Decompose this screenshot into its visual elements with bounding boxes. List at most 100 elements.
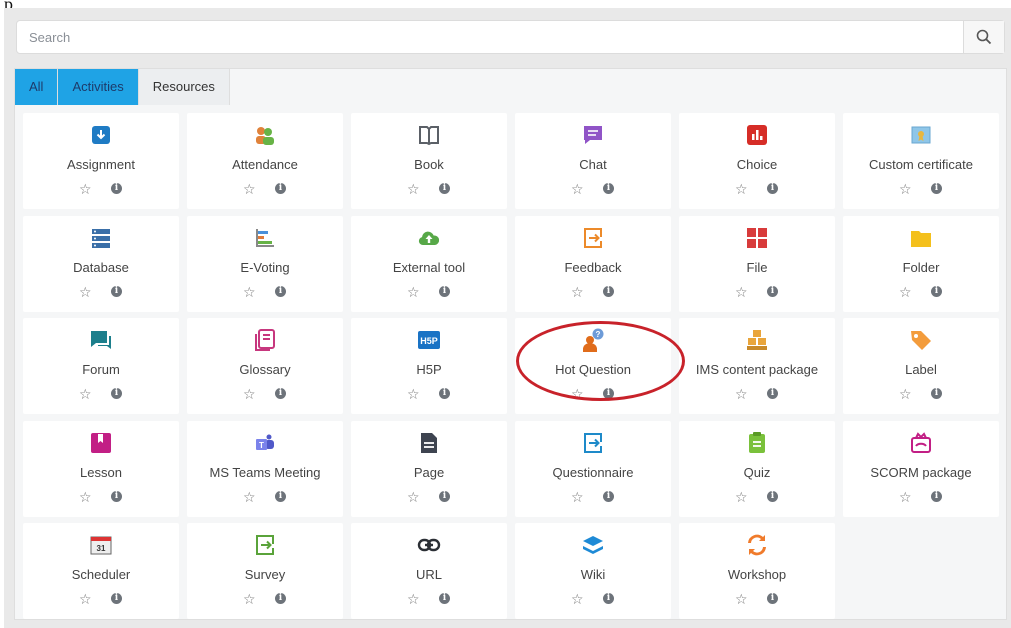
module-tile-survey[interactable]: Survey ☆ i: [187, 523, 343, 619]
star-icon[interactable]: ☆: [79, 591, 92, 608]
module-tile-label[interactable]: Label ☆ i: [843, 318, 999, 414]
module-tile-database[interactable]: Database ☆ i: [23, 215, 179, 312]
star-icon[interactable]: ☆: [243, 591, 256, 608]
info-icon[interactable]: i: [603, 183, 614, 194]
star-icon[interactable]: ☆: [79, 489, 92, 506]
module-tile-glossary[interactable]: Glossary ☆ i: [187, 318, 343, 414]
module-tile-ms-teams-meeting[interactable]: T MS Teams Meeting ☆ i: [187, 420, 343, 517]
info-icon[interactable]: i: [767, 388, 778, 399]
module-tile-chat[interactable]: Chat ☆ i: [515, 113, 671, 209]
info-icon[interactable]: i: [275, 388, 286, 399]
star-icon[interactable]: ☆: [79, 386, 92, 403]
star-icon[interactable]: ☆: [899, 181, 912, 198]
info-icon[interactable]: i: [111, 593, 122, 604]
book-icon: [417, 123, 441, 147]
info-icon[interactable]: i: [439, 490, 450, 502]
module-tile-forum[interactable]: Forum ☆ i: [23, 318, 179, 414]
star-icon[interactable]: ☆: [899, 284, 912, 301]
module-tile-file[interactable]: File ☆ i: [679, 215, 835, 312]
star-icon[interactable]: ☆: [243, 386, 256, 403]
info-icon[interactable]: i: [603, 490, 614, 502]
star-icon[interactable]: ☆: [243, 284, 256, 301]
star-icon[interactable]: ☆: [79, 181, 92, 198]
info-icon[interactable]: i: [931, 183, 942, 194]
module-tile-assignment[interactable]: Assignment ☆ i: [23, 113, 179, 209]
info-icon[interactable]: i: [439, 285, 450, 297]
module-label: Wiki: [580, 567, 606, 582]
star-icon[interactable]: ☆: [735, 386, 748, 403]
module-tile-folder[interactable]: Folder ☆ i: [843, 215, 999, 312]
info-icon[interactable]: i: [111, 183, 122, 194]
label-icon: [909, 328, 933, 352]
info-icon[interactable]: i: [111, 388, 122, 399]
info-icon[interactable]: i: [275, 285, 286, 297]
tab-all[interactable]: All: [15, 69, 59, 105]
certificate-icon: [909, 123, 933, 147]
info-icon[interactable]: i: [767, 593, 778, 604]
module-label: E-Voting: [240, 259, 290, 275]
star-icon[interactable]: ☆: [571, 591, 584, 608]
module-tile-book[interactable]: Book ☆ i: [351, 113, 507, 209]
info-icon[interactable]: i: [439, 183, 450, 194]
star-icon[interactable]: ☆: [735, 489, 748, 506]
info-icon[interactable]: i: [767, 183, 778, 194]
module-label: Lesson: [80, 464, 122, 480]
info-icon[interactable]: i: [275, 490, 286, 502]
module-tile-quiz[interactable]: Quiz ☆ i: [679, 420, 835, 517]
module-tile-scheduler[interactable]: 31 Scheduler ☆ i: [23, 523, 179, 619]
star-icon[interactable]: ☆: [571, 181, 584, 198]
star-icon[interactable]: ☆: [407, 386, 420, 403]
star-icon[interactable]: ☆: [571, 489, 584, 506]
module-tile-workshop[interactable]: Workshop ☆ i: [679, 523, 835, 619]
star-icon[interactable]: ☆: [735, 284, 748, 301]
star-icon[interactable]: ☆: [243, 181, 256, 198]
star-icon[interactable]: ☆: [407, 284, 420, 301]
tab-activities[interactable]: Activities: [58, 69, 139, 105]
info-icon[interactable]: i: [275, 593, 286, 604]
info-icon[interactable]: i: [111, 285, 122, 297]
star-icon[interactable]: ☆: [407, 489, 420, 506]
star-icon[interactable]: ☆: [243, 489, 256, 506]
module-label: Assignment: [67, 157, 135, 172]
module-tile-h5p[interactable]: H5P H5P ☆ i: [351, 318, 507, 414]
star-icon[interactable]: ☆: [735, 591, 748, 608]
module-tile-ims-content-package[interactable]: IMS content package ☆ i: [679, 318, 835, 414]
tab-resources[interactable]: Resources: [138, 69, 230, 105]
search-button[interactable]: [963, 21, 1004, 53]
info-icon[interactable]: i: [439, 593, 450, 604]
info-icon[interactable]: i: [767, 490, 778, 502]
info-icon[interactable]: i: [439, 388, 450, 399]
info-icon[interactable]: i: [931, 285, 942, 297]
search-input[interactable]: Search: [29, 30, 70, 45]
module-tile-questionnaire[interactable]: Questionnaire ☆ i: [515, 420, 671, 517]
info-icon[interactable]: i: [767, 285, 778, 297]
info-icon[interactable]: i: [111, 490, 122, 502]
star-icon[interactable]: ☆: [407, 591, 420, 608]
search-bar[interactable]: Search: [16, 20, 1005, 54]
info-icon[interactable]: i: [931, 490, 942, 502]
module-tile-lesson[interactable]: Lesson ☆ i: [23, 420, 179, 517]
module-tile-page[interactable]: Page ☆ i: [351, 420, 507, 517]
info-icon[interactable]: i: [275, 183, 286, 194]
module-tile-custom-certificate[interactable]: Custom certificate ☆ i: [843, 113, 999, 209]
info-icon[interactable]: i: [931, 388, 942, 399]
star-icon[interactable]: ☆: [571, 284, 584, 301]
module-tile-attendance[interactable]: Attendance ☆ i: [187, 113, 343, 209]
info-icon[interactable]: i: [603, 285, 614, 297]
module-tile-choice[interactable]: Choice ☆ i: [679, 113, 835, 209]
star-icon[interactable]: ☆: [79, 284, 92, 301]
module-label: IMS content package: [695, 362, 819, 377]
folder-icon: [909, 226, 933, 250]
star-icon[interactable]: ☆: [407, 181, 420, 198]
external-tool-icon: [417, 226, 441, 250]
star-icon[interactable]: ☆: [735, 181, 748, 198]
star-icon[interactable]: ☆: [899, 489, 912, 506]
star-icon[interactable]: ☆: [899, 386, 912, 403]
module-tile-scorm-package[interactable]: SCORM package ☆ i: [843, 420, 999, 517]
module-tile-e-voting[interactable]: E-Voting ☆ i: [187, 215, 343, 312]
module-tile-external-tool[interactable]: External tool ☆ i: [351, 215, 507, 312]
module-tile-feedback[interactable]: Feedback ☆ i: [515, 215, 671, 312]
module-tile-wiki[interactable]: Wiki ☆ i: [515, 523, 671, 619]
info-icon[interactable]: i: [603, 593, 614, 604]
module-tile-url[interactable]: URL ☆ i: [351, 523, 507, 619]
